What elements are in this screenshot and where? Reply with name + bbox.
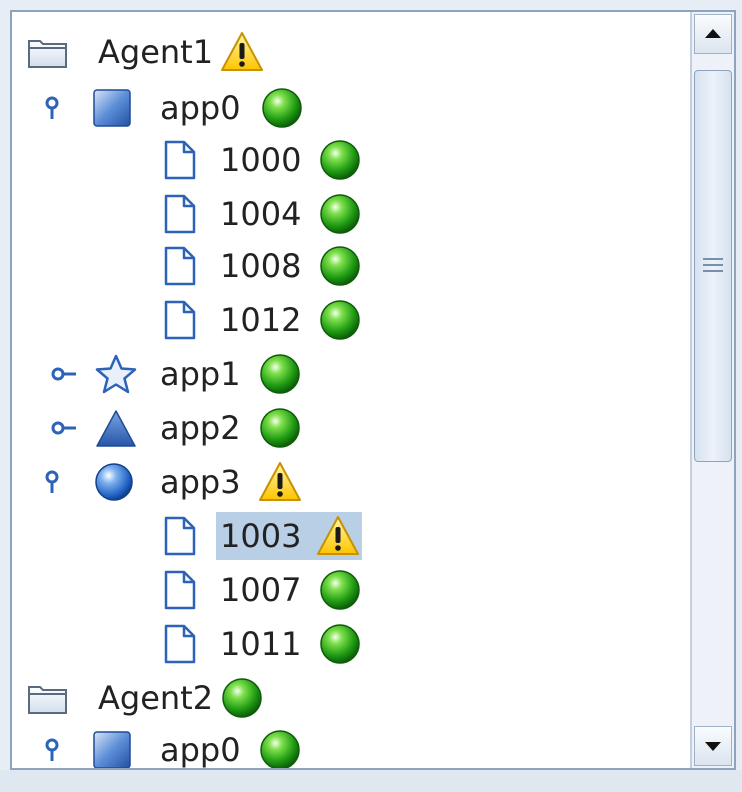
- grip-icon: [703, 258, 723, 272]
- node-label: 1000: [220, 141, 302, 179]
- tree-node-1003[interactable]: 1003: [22, 510, 382, 562]
- panel-footer: [0, 770, 742, 792]
- expand-handle-icon[interactable]: [50, 414, 78, 442]
- warning-icon: [259, 462, 301, 501]
- node-label: 1003: [220, 517, 302, 555]
- tree-node-agent1-app0[interactable]: app0: [22, 82, 322, 134]
- tree-node-1000[interactable]: 1000: [22, 134, 382, 186]
- sphere-icon: [95, 463, 133, 501]
- document-icon: [164, 194, 196, 234]
- tree-view[interactable]: Agent1 app0 1000 1004 1008 1012 app1 app…: [12, 12, 690, 768]
- warning-icon: [317, 516, 359, 555]
- tree-node-agent1-app1[interactable]: app1: [22, 348, 322, 400]
- green-ok-icon: [222, 678, 262, 718]
- green-ok-icon: [320, 140, 360, 180]
- scroll-down-button[interactable]: [694, 726, 732, 766]
- scroll-up-button[interactable]: [694, 14, 732, 54]
- triangle-icon: [96, 410, 136, 447]
- node-label: 1011: [220, 625, 302, 663]
- collapse-handle-icon[interactable]: [38, 468, 66, 496]
- node-label: app1: [160, 355, 241, 393]
- tree-node-1004[interactable]: 1004: [22, 188, 382, 240]
- node-label: 1007: [220, 571, 302, 609]
- vertical-scrollbar[interactable]: [690, 12, 734, 768]
- node-label: app2: [160, 409, 241, 447]
- expand-handle-icon[interactable]: [50, 360, 78, 388]
- tree-node-agent2[interactable]: Agent2: [22, 672, 322, 724]
- star-icon: [95, 354, 137, 394]
- arrow-up-icon: [705, 29, 721, 38]
- green-ok-icon: [260, 730, 300, 768]
- tree-node-1011[interactable]: 1011: [22, 618, 382, 670]
- document-icon: [164, 624, 196, 664]
- cube-icon: [93, 731, 131, 768]
- tree-node-agent2-app0[interactable]: app0: [22, 724, 322, 769]
- node-label: app0: [160, 89, 241, 127]
- node-label: app3: [160, 463, 241, 501]
- green-ok-icon: [320, 570, 360, 610]
- green-ok-icon: [320, 194, 360, 234]
- tree-node-agent1-app3[interactable]: app3: [22, 456, 322, 508]
- document-icon: [164, 516, 196, 556]
- node-label: app0: [160, 731, 241, 769]
- green-ok-icon: [320, 300, 360, 340]
- green-ok-icon: [320, 246, 360, 286]
- warning-icon: [221, 32, 263, 71]
- node-label: 1012: [220, 301, 302, 339]
- green-ok-icon: [320, 624, 360, 664]
- document-icon: [164, 246, 196, 286]
- node-label: Agent2: [98, 679, 214, 717]
- document-icon: [164, 140, 196, 180]
- green-ok-icon: [260, 354, 300, 394]
- node-label: Agent1: [98, 33, 214, 71]
- green-ok-icon: [260, 408, 300, 448]
- tree-node-agent1[interactable]: Agent1: [22, 26, 322, 78]
- folder-icon: [28, 40, 67, 68]
- arrow-down-icon: [705, 742, 721, 751]
- node-label: 1004: [220, 195, 302, 233]
- green-ok-icon: [262, 88, 302, 128]
- cube-icon: [93, 89, 131, 127]
- node-label: 1008: [220, 247, 302, 285]
- document-icon: [164, 570, 196, 610]
- collapse-handle-icon[interactable]: [38, 736, 66, 764]
- tree-node-agent1-app2[interactable]: app2: [22, 402, 322, 454]
- scroll-thumb[interactable]: [694, 70, 732, 462]
- collapse-handle-icon[interactable]: [38, 94, 66, 122]
- document-icon: [164, 300, 196, 340]
- tree-node-1008[interactable]: 1008: [22, 240, 382, 292]
- tree-node-1012[interactable]: 1012: [22, 294, 382, 346]
- tree-node-1007[interactable]: 1007: [22, 564, 382, 616]
- folder-icon: [28, 686, 67, 714]
- tree-panel: Agent1 app0 1000 1004 1008 1012 app1 app…: [10, 10, 736, 770]
